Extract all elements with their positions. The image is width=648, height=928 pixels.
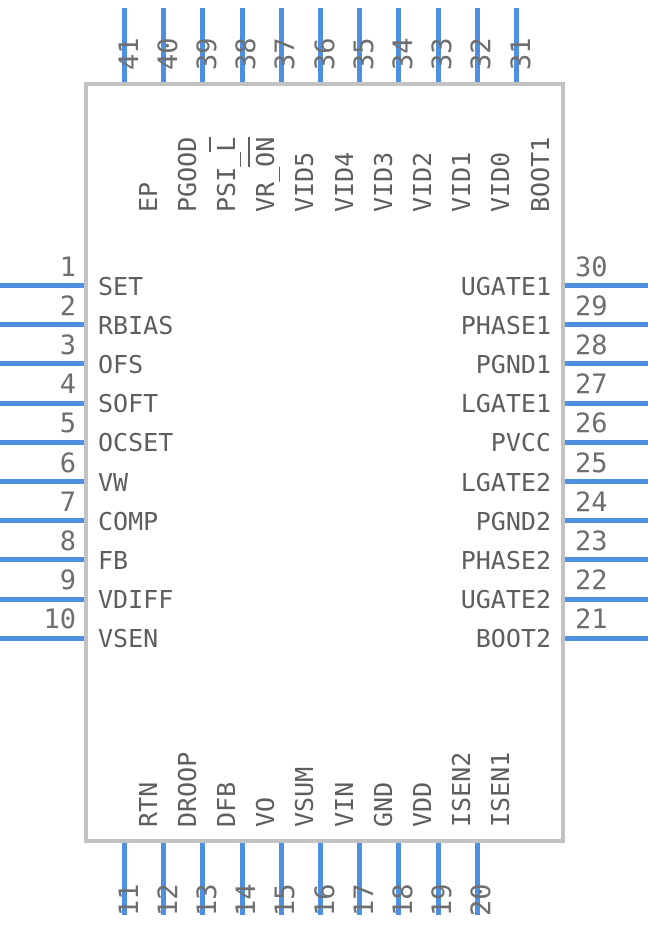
pin-name-ep: EP <box>133 181 163 212</box>
pin-stub-7[interactable] <box>0 518 84 524</box>
pin-number-40: 40 <box>152 37 184 70</box>
pin-number-30: 30 <box>575 251 608 283</box>
pin-number-28: 28 <box>575 329 608 361</box>
pin-name-vr-on: VR_ON <box>248 136 281 212</box>
pin-number-34: 34 <box>387 37 419 70</box>
pin-number-20: 20 <box>466 883 498 916</box>
pin-name-rtn: RTN <box>133 781 163 827</box>
pin-name-vin: VIN <box>329 781 359 827</box>
pin-number-25: 25 <box>575 447 608 479</box>
pin-number-10: 10 <box>43 604 76 636</box>
pin-number-2: 2 <box>59 290 76 322</box>
pin-number-33: 33 <box>427 37 459 70</box>
pin-name-isen2: ISEN2 <box>447 751 477 827</box>
pin-number-39: 39 <box>191 37 223 70</box>
pin-name-vid5: VID5 <box>290 151 320 212</box>
pin-name-vo: VO <box>251 796 281 827</box>
pin-number-21: 21 <box>575 604 608 636</box>
pin-stub-9[interactable] <box>0 596 84 602</box>
pin-stub-6[interactable] <box>0 479 84 484</box>
pin-stub-23[interactable] <box>565 557 648 563</box>
pin-stub-4[interactable] <box>0 400 84 406</box>
pin-number-12: 12 <box>152 883 184 916</box>
pin-number-13: 13 <box>191 883 223 916</box>
pin-name-psi-l: PSI_L <box>208 136 241 212</box>
pin-number-23: 23 <box>575 525 608 557</box>
pin-number-26: 26 <box>575 408 608 440</box>
pin-stub-30[interactable] <box>565 283 648 288</box>
pin-stub-8[interactable] <box>0 557 84 563</box>
pin-number-38: 38 <box>231 37 263 70</box>
pin-number-41: 41 <box>113 37 145 70</box>
pin-number-37: 37 <box>270 37 302 70</box>
pin-name-ugate1: UGATE1 <box>460 271 551 301</box>
pin-stub-25[interactable] <box>565 479 648 484</box>
pin-number-29: 29 <box>575 290 608 322</box>
pin-number-5: 5 <box>59 408 76 440</box>
pin-name-vid3: VID3 <box>368 151 398 212</box>
pin-name-pgnd1: PGND1 <box>475 349 551 379</box>
pin-name-lgate1: LGATE1 <box>460 389 551 419</box>
pin-name-phase1: PHASE1 <box>460 310 551 340</box>
pin-stub-24[interactable] <box>565 518 648 524</box>
pin-name-pvcc: PVCC <box>490 428 551 458</box>
pin-stub-3[interactable] <box>0 361 84 367</box>
pin-name-vsum: VSUM <box>290 766 320 827</box>
pin-name-droop: DROOP <box>172 751 202 827</box>
pin-number-22: 22 <box>575 565 608 597</box>
pin-stub-27[interactable] <box>565 400 648 406</box>
pin-stub-1[interactable] <box>0 283 84 288</box>
pin-name-vid4: VID4 <box>329 151 359 212</box>
pin-number-24: 24 <box>575 486 608 518</box>
pin-name-isen1: ISEN1 <box>486 751 516 827</box>
pin-number-32: 32 <box>466 37 498 70</box>
pin-name-pgood: PGOOD <box>172 136 202 212</box>
pin-number-11: 11 <box>113 883 145 916</box>
pin-name-pgnd2: PGND2 <box>475 506 551 536</box>
pin-number-4: 4 <box>59 369 76 401</box>
pin-name-vdd: VDD <box>407 781 437 827</box>
pin-name-boot1: BOOT1 <box>525 136 555 212</box>
pin-number-7: 7 <box>59 486 76 518</box>
pin-name-vid2: VID2 <box>407 151 437 212</box>
pin-stub-29[interactable] <box>565 322 648 328</box>
pin-number-19: 19 <box>427 883 459 916</box>
pin-number-18: 18 <box>387 883 419 916</box>
pin-number-36: 36 <box>309 37 341 70</box>
pin-stub-26[interactable] <box>565 439 648 445</box>
pin-name-vid0: VID0 <box>486 151 516 212</box>
pin-number-6: 6 <box>59 447 76 479</box>
pin-name-dfb: DFB <box>211 781 241 827</box>
pin-number-16: 16 <box>309 883 341 916</box>
pin-number-35: 35 <box>348 37 380 70</box>
pin-number-1: 1 <box>59 251 76 283</box>
pin-name-phase2: PHASE2 <box>460 545 551 575</box>
pin-number-3: 3 <box>59 329 76 361</box>
pin-stub-28[interactable] <box>565 361 648 367</box>
pin-stub-21[interactable] <box>565 635 648 641</box>
pin-number-15: 15 <box>270 883 302 916</box>
pin-name-vid1: VID1 <box>447 151 477 212</box>
pin-number-17: 17 <box>348 883 380 916</box>
pin-number-14: 14 <box>231 883 263 916</box>
pin-number-31: 31 <box>505 37 537 70</box>
pin-name-lgate2: LGATE2 <box>460 467 551 497</box>
pin-stub-10[interactable] <box>0 635 84 641</box>
pin-stub-2[interactable] <box>0 322 84 328</box>
pin-name-gnd: GND <box>368 781 398 827</box>
ic-symbol-canvas: 1 SET 2 RBIAS 3 OFS 4 SOFT 5 OCSET 6 VW 7 COMP 8 FB 9 VDI… <box>0 0 648 928</box>
pin-number-9: 9 <box>59 565 76 597</box>
pin-number-27: 27 <box>575 369 608 401</box>
pin-number-8: 8 <box>59 525 76 557</box>
pin-name-ugate2: UGATE2 <box>460 585 551 615</box>
pin-stub-22[interactable] <box>565 596 648 602</box>
pin-name-boot2: BOOT2 <box>475 624 551 654</box>
pin-stub-5[interactable] <box>0 439 84 445</box>
